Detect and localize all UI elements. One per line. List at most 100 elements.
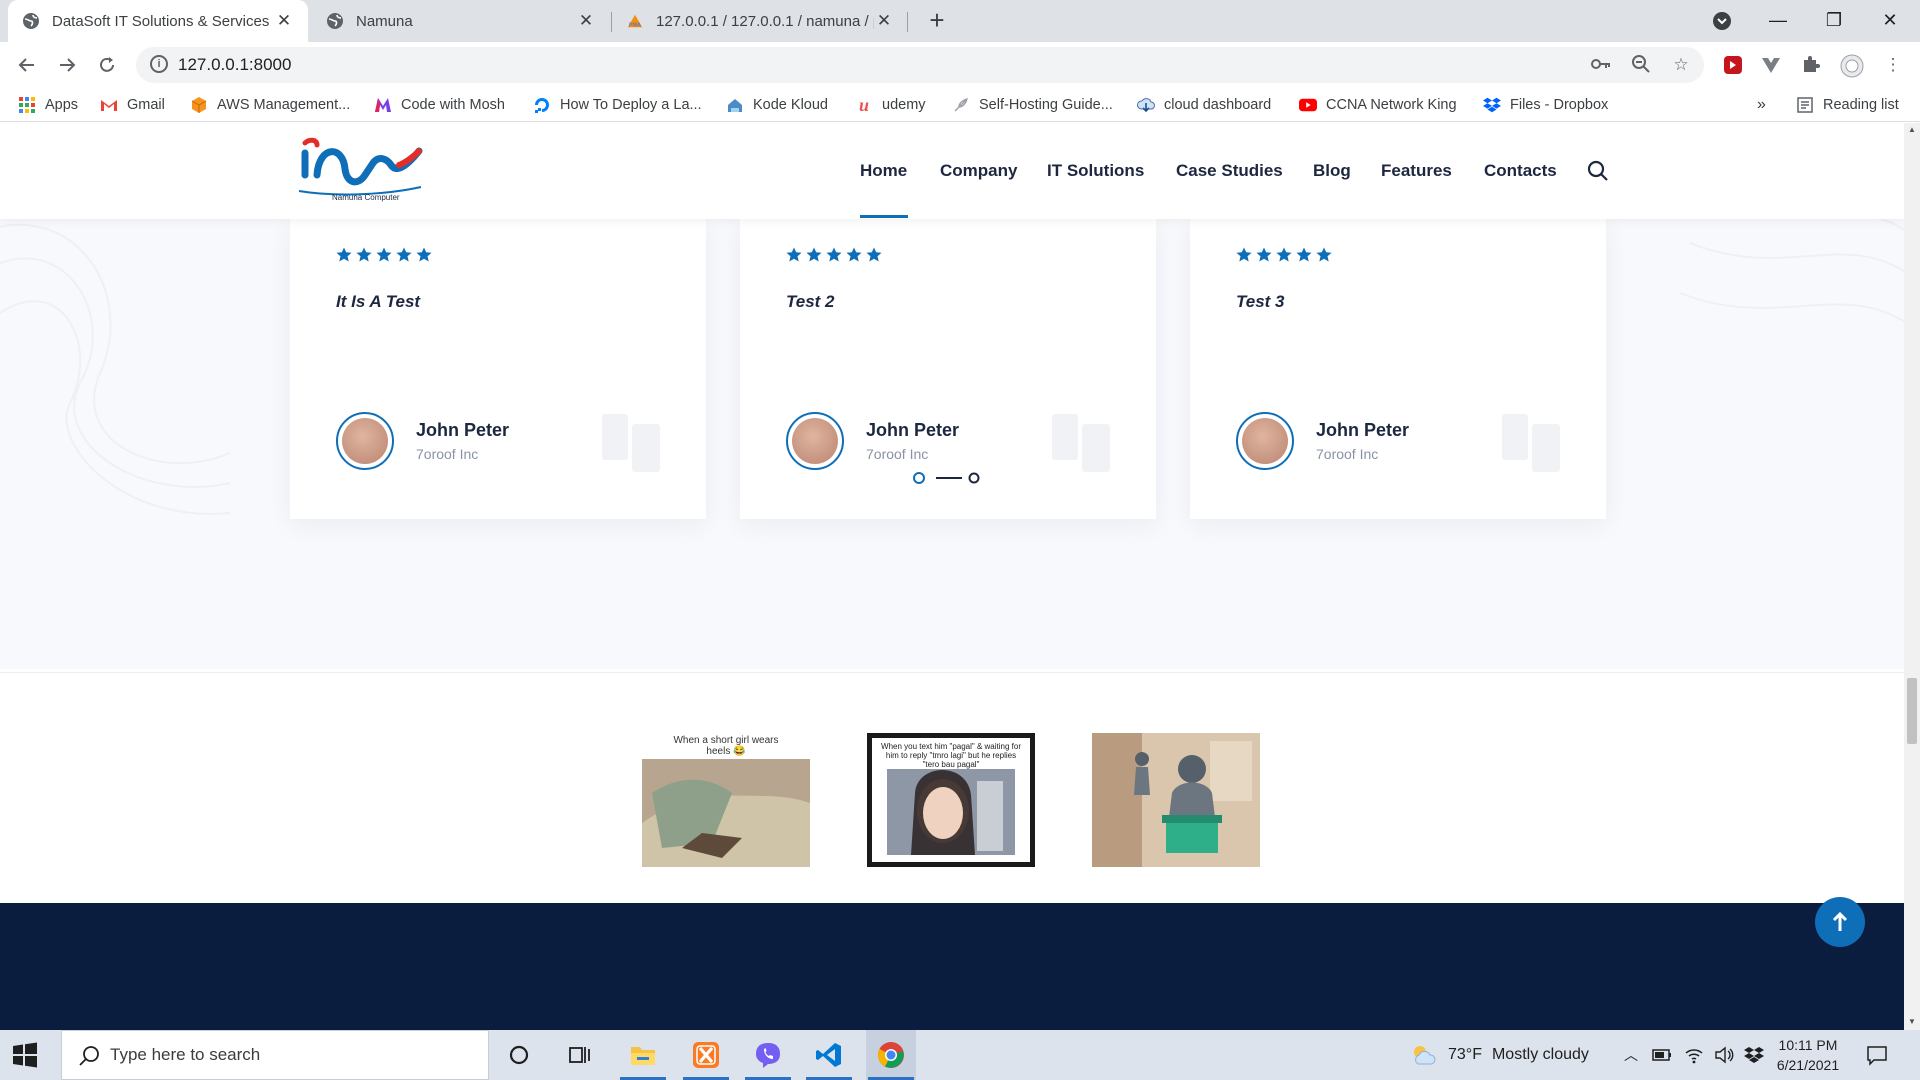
page-scrollbar[interactable]: ▲ ▼ <box>1904 123 1920 1030</box>
site-info-icon[interactable]: i <box>150 55 168 73</box>
close-tab-icon[interactable]: ✕ <box>874 11 894 31</box>
weather-description[interactable]: Mostly cloudy <box>1492 1046 1589 1064</box>
back-to-top-button[interactable] <box>1815 897 1865 947</box>
browser-tab-strip: DataSoft IT Solutions & Services ✕ Namun… <box>0 0 1920 42</box>
star-icon <box>376 247 392 262</box>
star-icon <box>846 247 862 262</box>
task-view-icon[interactable] <box>555 1030 605 1080</box>
bookmark-aws[interactable]: AWS Management... <box>190 95 350 115</box>
testimonial-card: Test 3 John Peter 7oroof Inc <box>1190 219 1606 519</box>
notifications-icon[interactable] <box>1852 1030 1902 1080</box>
site-logo[interactable]: Namuna Computer <box>295 135 425 207</box>
vscode-icon[interactable] <box>804 1030 854 1080</box>
scroll-up-arrow[interactable]: ▲ <box>1907 125 1917 134</box>
minimize-button[interactable]: — <box>1750 0 1806 42</box>
reading-list-button[interactable]: Reading list <box>1796 95 1899 115</box>
image-caption: When a short girl wears heels 😂 <box>673 735 779 757</box>
carousel-dot-1[interactable] <box>913 472 925 484</box>
extensions-puzzle-icon[interactable] <box>1800 54 1822 76</box>
client-image-1[interactable]: When a short girl wears heels 😂 <box>642 733 810 867</box>
avatar-photo <box>792 418 838 464</box>
bookmark-dropbox[interactable]: Files - Dropbox <box>1483 95 1608 115</box>
image-caption: When you text him "pagal" & waiting for … <box>881 742 1021 769</box>
file-explorer-icon[interactable] <box>618 1030 668 1080</box>
youtube-icon <box>1299 96 1317 114</box>
bookmark-deploy[interactable]: How To Deploy a La... <box>533 95 702 115</box>
search-icon <box>79 1046 99 1066</box>
chevron-up-icon[interactable]: ︿ <box>1624 1045 1638 1065</box>
tray-icons: ︿ <box>1624 1030 1764 1080</box>
windows-taskbar: Type here to search 73°F Mostly cloudy ︿… <box>0 1030 1920 1080</box>
nav-features[interactable]: Features <box>1381 161 1452 181</box>
system-tray: 73°F Mostly cloudy <box>1410 1030 1589 1080</box>
windows-start-icon[interactable] <box>12 1042 38 1068</box>
chrome-icon[interactable] <box>866 1030 916 1080</box>
avatar <box>1236 412 1294 470</box>
bookmark-ccna[interactable]: CCNA Network King <box>1299 95 1457 115</box>
bookmark-label: How To Deploy a La... <box>560 97 702 113</box>
bookmark-cloud-dashboard[interactable]: cloud dashboard <box>1137 95 1271 115</box>
carousel-dot-2[interactable] <box>968 472 980 484</box>
bookmark-star-icon[interactable]: ☆ <box>1670 54 1692 76</box>
bookmark-label: Files - Dropbox <box>1510 97 1609 113</box>
back-button[interactable] <box>12 50 42 80</box>
key-icon[interactable] <box>1590 54 1612 76</box>
tab-namuna[interactable]: Namuna ✕ <box>312 0 610 42</box>
taskbar-search-box[interactable]: Type here to search <box>61 1030 489 1080</box>
tab-phpmyadmin[interactable]: PMA 127.0.0.1 / 127.0.0.1 / namuna / p ✕ <box>612 0 908 42</box>
restore-button[interactable]: ❐ <box>1806 0 1862 42</box>
section-divider <box>0 672 1904 673</box>
bookmark-kode-kloud[interactable]: Kode Kloud <box>726 95 828 115</box>
more-bookmarks-button[interactable]: » <box>1757 95 1766 115</box>
nav-case-studies[interactable]: Case Studies <box>1176 161 1283 181</box>
nav-blog[interactable]: Blog <box>1313 161 1351 181</box>
logo-caption: Namuna Computer <box>332 193 400 202</box>
mosh-icon <box>374 96 392 114</box>
close-window-button[interactable]: ✕ <box>1862 0 1918 42</box>
bookmark-label: Apps <box>45 97 79 113</box>
forward-button[interactable] <box>52 50 82 80</box>
close-tab-icon[interactable]: ✕ <box>274 11 294 31</box>
svg-text:PMA: PMA <box>629 22 641 28</box>
browser-menu-icon[interactable]: ⋮ <box>1882 54 1904 76</box>
reload-button[interactable] <box>92 50 122 80</box>
cast-extension-icon[interactable] <box>1722 54 1744 76</box>
xampp-icon[interactable] <box>681 1030 731 1080</box>
address-bar[interactable]: i 127.0.0.1:8000 ☆ <box>136 47 1704 83</box>
cortana-icon[interactable] <box>494 1030 544 1080</box>
nav-company[interactable]: Company <box>940 161 1017 181</box>
system-clock[interactable]: 10:11 PM 6/21/2021 <box>1768 1035 1848 1075</box>
nav-contacts[interactable]: Contacts <box>1484 161 1557 181</box>
volume-icon[interactable] <box>1714 1046 1734 1064</box>
scrollbar-thumb[interactable] <box>1907 678 1917 744</box>
bookmark-apps[interactable]: Apps <box>18 95 78 115</box>
battery-icon[interactable] <box>1652 1048 1672 1062</box>
weather-temperature[interactable]: 73°F <box>1448 1046 1482 1064</box>
client-image-2[interactable]: When you text him "pagal" & waiting for … <box>867 733 1035 867</box>
scroll-down-arrow[interactable]: ▼ <box>1907 1017 1917 1026</box>
profile-avatar-icon[interactable] <box>1840 54 1864 78</box>
reading-list-icon <box>1796 96 1814 114</box>
nav-it-solutions[interactable]: IT Solutions <box>1047 161 1144 181</box>
testimonial-card: It Is A Test John Peter 7oroof Inc <box>290 219 706 519</box>
zoom-icon[interactable] <box>1630 54 1652 76</box>
tab-search-button[interactable] <box>1694 0 1750 42</box>
viber-icon[interactable] <box>743 1030 793 1080</box>
clock-date: 6/21/2021 <box>1776 1057 1840 1073</box>
tab-datasoft[interactable]: DataSoft IT Solutions & Services ✕ <box>8 0 308 42</box>
star-icon <box>416 247 432 262</box>
globe-icon <box>326 12 344 30</box>
testimonial-company: 7oroof Inc <box>866 446 929 462</box>
bookmark-gmail[interactable]: Gmail <box>100 95 165 115</box>
client-image-3[interactable] <box>1092 733 1260 867</box>
wifi-icon[interactable] <box>1684 1046 1704 1064</box>
bookmark-self-hosting[interactable]: Self-Hosting Guide... <box>952 95 1113 115</box>
bookmark-code-with-mosh[interactable]: Code with Mosh <box>374 95 505 115</box>
new-tab-button[interactable]: + <box>922 6 952 36</box>
dropbox-tray-icon[interactable] <box>1744 1046 1764 1064</box>
nav-home[interactable]: Home <box>860 161 907 181</box>
search-icon[interactable] <box>1586 159 1610 183</box>
vue-devtools-icon[interactable] <box>1760 54 1782 76</box>
close-tab-icon[interactable]: ✕ <box>576 11 596 31</box>
bookmark-udemy[interactable]: u udemy <box>855 95 926 115</box>
